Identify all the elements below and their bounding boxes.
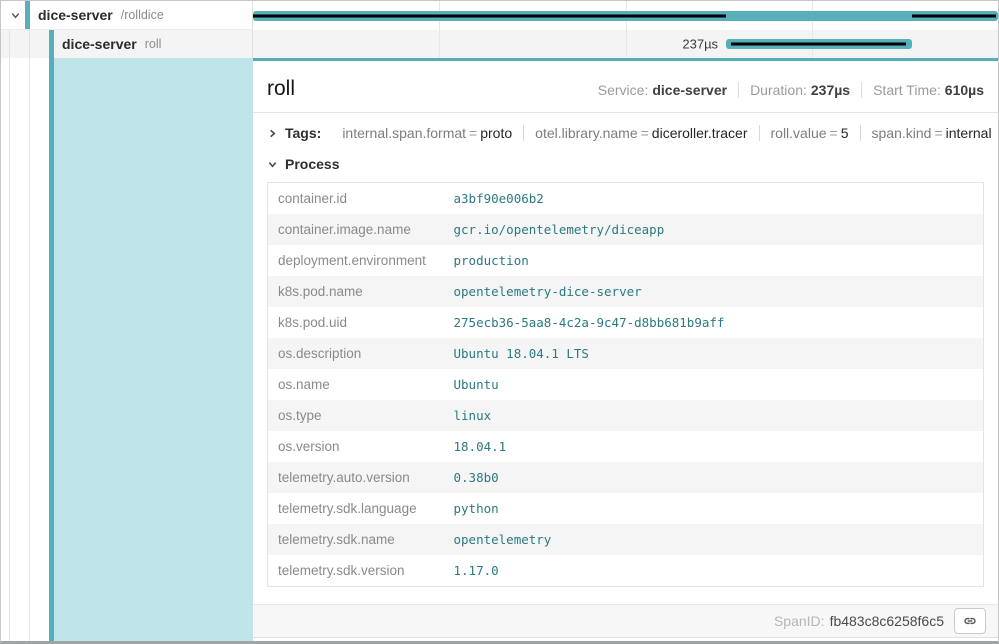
link-icon (962, 613, 978, 629)
jaeger-trace-detail-page: dice-server /rolldice dice-server roll (0, 0, 999, 644)
process-field-row: telemetry.sdk.languagepython (268, 493, 984, 524)
service-color-bar (25, 1, 30, 29)
span-header-info: Service:dice-serverDuration:237µsStart T… (587, 82, 984, 98)
process-field-key: telemetry.sdk.language (268, 493, 444, 524)
span-detail-footer: SpanID: fb483c8c6258f6c5 (253, 604, 998, 638)
process-section-label: Process (285, 156, 339, 172)
process-field-value: gcr.io/opentelemetry/diceapp (444, 214, 984, 245)
span-detail-header: roll Service:dice-serverDuration:237µsSt… (253, 61, 998, 113)
process-field-value: a3bf90e006b2 (444, 183, 984, 215)
process-field-value: opentelemetry-dice-server (444, 276, 984, 307)
process-field-key: container.image.name (268, 214, 444, 245)
process-field-value: 275ecb36-5aa8-4c2a-9c47-d8bb681b9aff (444, 307, 984, 338)
process-field-row: deployment.environmentproduction (268, 245, 984, 276)
spanid-value: fb483c8c6258f6c5 (830, 613, 944, 629)
process-field-row: telemetry.auto.version0.38b0 (268, 462, 984, 493)
spanid-label: SpanID: (774, 613, 825, 629)
service-name: dice-server (38, 7, 113, 23)
tag-item: internal.span.format=proto (331, 125, 524, 141)
process-field-key: telemetry.auto.version (268, 462, 444, 493)
process-field-row: k8s.pod.nameopentelemetry-dice-server (268, 276, 984, 307)
process-field-key: deployment.environment (268, 245, 444, 276)
process-field-key: k8s.pod.name (268, 276, 444, 307)
process-field-value: Ubuntu 18.04.1 LTS (444, 338, 984, 369)
operation-name: roll (145, 37, 162, 51)
process-field-row: container.ida3bf90e006b2 (268, 183, 984, 215)
process-field-value: opentelemetry (444, 524, 984, 555)
span-row-names[interactable]: dice-server /rolldice (1, 1, 253, 30)
tags-section-label: Tags: (285, 125, 321, 141)
process-field-key: container.id (268, 183, 444, 215)
process-field-row: telemetry.sdk.version1.17.0 (268, 555, 984, 587)
process-section-toggle[interactable]: Process (253, 141, 998, 172)
process-table: container.ida3bf90e006b2container.image.… (267, 182, 984, 587)
span-title: roll (267, 77, 295, 101)
process-field-row: k8s.pod.uid275ecb36-5aa8-4c2a-9c47-d8bb6… (268, 307, 984, 338)
process-field-row: os.version18.04.1 (268, 431, 984, 462)
tags-list: internal.span.format=protootel.library.n… (331, 125, 999, 141)
process-field-row: telemetry.sdk.nameopentelemetry (268, 524, 984, 555)
process-field-value: python (444, 493, 984, 524)
chevron-down-icon[interactable] (267, 159, 278, 170)
tags-section-toggle[interactable]: Tags: internal.span.format=protootel.lib… (253, 113, 998, 141)
indent-guide (29, 30, 30, 58)
chevron-right-icon[interactable] (267, 128, 278, 139)
process-table-body: container.ida3bf90e006b2container.image.… (268, 183, 984, 587)
process-field-key: k8s.pod.uid (268, 307, 444, 338)
indent-guide (9, 58, 10, 641)
timeline-gridline (626, 30, 627, 58)
tag-item: roll.value=5 (760, 125, 861, 141)
tag-item: span.kind=internal (861, 125, 999, 141)
tag-item: otel.library.name=diceroller.tracer (524, 125, 759, 141)
process-field-key: telemetry.sdk.version (268, 555, 444, 587)
process-field-value: production (444, 245, 984, 276)
process-field-key: os.description (268, 338, 444, 369)
process-table-wrap: container.ida3bf90e006b2container.image.… (253, 172, 998, 587)
process-field-key: os.type (268, 400, 444, 431)
span-row-roll[interactable]: dice-server roll 237µs (1, 30, 998, 58)
selected-span-fill[interactable] (54, 58, 253, 641)
process-field-value: 0.38b0 (444, 462, 984, 493)
span-row-timeline[interactable]: 237µs (253, 30, 998, 58)
process-field-key: telemetry.sdk.name (268, 524, 444, 555)
process-field-row: os.descriptionUbuntu 18.04.1 LTS (268, 338, 984, 369)
process-field-value: Ubuntu (444, 369, 984, 400)
process-field-value: linux (444, 400, 984, 431)
service-color-bar (49, 30, 54, 58)
process-field-key: os.version (268, 431, 444, 462)
trace-timeline: dice-server /rolldice dice-server roll (1, 1, 998, 58)
chevron-down-icon[interactable] (8, 10, 22, 21)
span-row-timeline[interactable] (253, 1, 998, 30)
copy-link-button[interactable] (954, 608, 986, 634)
process-field-row: container.image.namegcr.io/opentelemetry… (268, 214, 984, 245)
service-name: dice-server (62, 36, 137, 52)
timeline-gridline (439, 30, 440, 58)
process-field-row: os.nameUbuntu (268, 369, 984, 400)
indent-guide (29, 58, 30, 641)
process-field-value: 1.17.0 (444, 555, 984, 587)
process-field-row: os.typelinux (268, 400, 984, 431)
header-info-item: Start Time:610µs (862, 82, 984, 98)
span-duration-label: 237µs (682, 37, 718, 52)
critical-path-segment (253, 14, 726, 17)
process-field-key: os.name (268, 369, 444, 400)
span-detail-row: roll Service:dice-serverDuration:237µsSt… (1, 58, 998, 641)
operation-name: /rolldice (121, 8, 164, 22)
header-info-item: Service:dice-server (587, 82, 739, 98)
indent-guide (9, 30, 10, 58)
critical-path-segment (912, 14, 996, 17)
process-field-value: 18.04.1 (444, 431, 984, 462)
span-row-rolldice[interactable]: dice-server /rolldice (1, 1, 998, 30)
span-row-names[interactable]: dice-server roll (1, 30, 253, 58)
header-info-item: Duration:237µs (739, 82, 862, 98)
span-detail-card: roll Service:dice-serverDuration:237µsSt… (253, 58, 998, 638)
critical-path-segment (731, 43, 906, 46)
